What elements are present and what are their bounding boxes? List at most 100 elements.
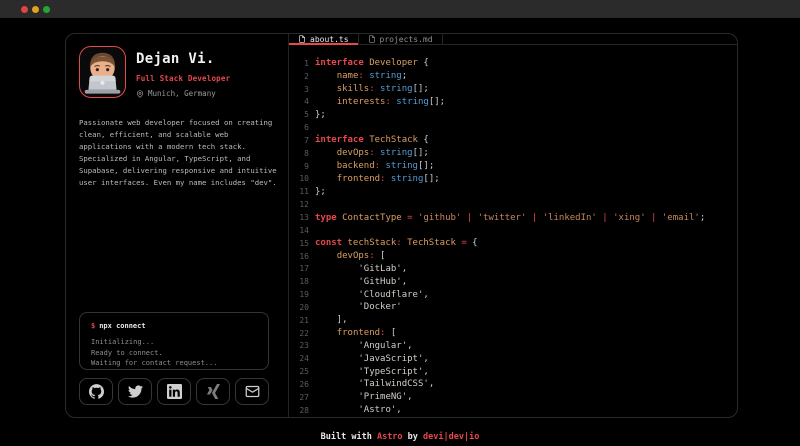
code-line-content: 'TailwindCSS',	[315, 378, 434, 391]
line-number: 6	[292, 122, 309, 135]
line-number: 5	[292, 109, 309, 122]
terminal-output-line: Ready to connect.	[91, 348, 257, 359]
line-number: 18	[292, 276, 309, 289]
github-link[interactable]	[79, 378, 113, 405]
line-number: 3	[292, 83, 309, 96]
line-number: 7	[292, 134, 309, 147]
code-line-content: backend: string[];	[315, 160, 434, 173]
code-line: 11};	[292, 186, 737, 199]
tab-label: about.ts	[310, 35, 349, 44]
code-line: 16 devOps: [	[292, 250, 737, 263]
code-line-content: 'GitHub',	[315, 276, 407, 289]
terminal-command: npx connect	[99, 322, 145, 330]
profile-panel: Dejan Vi. Full Stack Developer Munich, G…	[66, 34, 289, 417]
footer-astro-link[interactable]: Astro	[377, 432, 403, 442]
line-number: 9	[292, 160, 309, 173]
line-number: 4	[292, 96, 309, 109]
code-line: 4 interests: string[];	[292, 96, 737, 109]
code-area: 1interface Developer {2 name: string;3 s…	[289, 45, 737, 417]
code-line: 2 name: string;	[292, 70, 737, 83]
code-line: 19 'Cloudflare',	[292, 289, 737, 302]
code-line: 21 ],	[292, 314, 737, 327]
code-line: 27 'PrimeNG',	[292, 391, 737, 404]
profile-header: Dejan Vi. Full Stack Developer Munich, G…	[79, 46, 276, 98]
line-number: 23	[292, 340, 309, 353]
code-line: 6	[292, 122, 737, 135]
tab-about-ts[interactable]: about.ts	[289, 34, 359, 44]
code-line: 7 interface TechStack {	[292, 134, 737, 147]
line-number: 25	[292, 366, 309, 379]
spacer	[79, 189, 276, 312]
line-number: 10	[292, 173, 309, 186]
code-line: 28 'Astro',	[292, 404, 737, 417]
xing-link[interactable]	[196, 378, 230, 405]
code-line-content: name: string;	[315, 70, 407, 83]
code-line-content: 'JavaScript',	[315, 353, 429, 366]
footer-by: by	[403, 432, 423, 442]
terminal-command-line: $ npx connect	[91, 322, 257, 330]
footer-brand-link[interactable]: devi|dev|io	[423, 432, 479, 442]
code-line: 10 frontend: string[];	[292, 173, 737, 186]
code-line-content: 'TypeScript',	[315, 366, 429, 379]
terminal-output-line: Initializing...	[91, 337, 257, 348]
site-footer: Built with Astro by devi|dev|io	[0, 432, 800, 442]
footer-prefix: Built with	[321, 432, 377, 442]
code-line-content: 'Angular',	[315, 340, 413, 353]
code-line: 8 devOps: string[];	[292, 147, 737, 160]
twitter-icon	[128, 384, 143, 399]
terminal-output: Initializing...Ready to connect.Waiting …	[91, 337, 257, 369]
code-line: 5};	[292, 109, 737, 122]
code-line-content: type ContactType = 'github' | 'twitter' …	[315, 212, 705, 225]
code-line-content: };	[315, 109, 326, 122]
line-number: 17	[292, 263, 309, 276]
code-line: 9 backend: string[];	[292, 160, 737, 173]
code-line-content: 'Docker'	[315, 301, 402, 314]
line-number: 14	[292, 224, 309, 237]
line-number: 2	[292, 70, 309, 83]
code-line-content: frontend: string[];	[315, 173, 440, 186]
code-line: 20 'Docker'	[292, 301, 737, 314]
line-number: 22	[292, 327, 309, 340]
window-titlebar	[0, 0, 800, 18]
code-line-content: frontend: [	[315, 327, 396, 340]
tab-label: projects.md	[380, 35, 433, 44]
location-pin-icon	[136, 90, 144, 98]
twitter-link[interactable]	[118, 378, 152, 405]
code-line-content: 'GitLab',	[315, 263, 407, 276]
code-line-content: 'Astro',	[315, 404, 402, 417]
code-line: 1interface Developer {	[292, 57, 737, 70]
code-line-content: 'Cloudflare',	[315, 289, 429, 302]
file-icon	[298, 35, 306, 43]
line-number: 15	[292, 237, 309, 250]
code-line-content: devOps: string[];	[315, 147, 429, 160]
code-line-content: 'PrimeNG',	[315, 391, 413, 404]
maximize-button[interactable]	[43, 6, 50, 13]
code-line-content: devOps: [	[315, 250, 385, 263]
code-line: 13type ContactType = 'github' | 'twitter…	[292, 212, 737, 225]
editor-panel: about.ts projects.md 1interface Developer…	[289, 34, 737, 417]
email-icon	[245, 384, 260, 399]
close-button[interactable]	[21, 6, 28, 13]
linkedin-link[interactable]	[157, 378, 191, 405]
line-number: 16	[292, 250, 309, 263]
code-line: 24 'JavaScript',	[292, 353, 737, 366]
line-number: 1	[292, 57, 309, 70]
email-link[interactable]	[235, 378, 269, 405]
minimize-button[interactable]	[32, 6, 39, 13]
code-line-content: const techStack: TechStack = {	[315, 237, 478, 250]
line-number: 19	[292, 289, 309, 302]
code-line-content: interface TechStack {	[315, 134, 429, 147]
editor-tabbar: about.ts projects.md	[289, 34, 737, 45]
xing-icon	[206, 384, 221, 399]
code-line: 23 'Angular',	[292, 340, 737, 353]
line-number: 12	[292, 199, 309, 212]
code-line-content: interests: string[];	[315, 96, 445, 109]
memoji-avatar-icon	[80, 47, 125, 97]
code-line: 25 'TypeScript',	[292, 366, 737, 379]
file-icon	[368, 35, 376, 43]
code-line-content: skills: string[];	[315, 83, 429, 96]
identity-block: Dejan Vi. Full Stack Developer Munich, G…	[136, 46, 230, 98]
tab-projects-md[interactable]: projects.md	[359, 34, 443, 44]
profile-title: Full Stack Developer	[136, 74, 230, 83]
profile-bio: Passionate web developer focused on crea…	[79, 117, 282, 189]
